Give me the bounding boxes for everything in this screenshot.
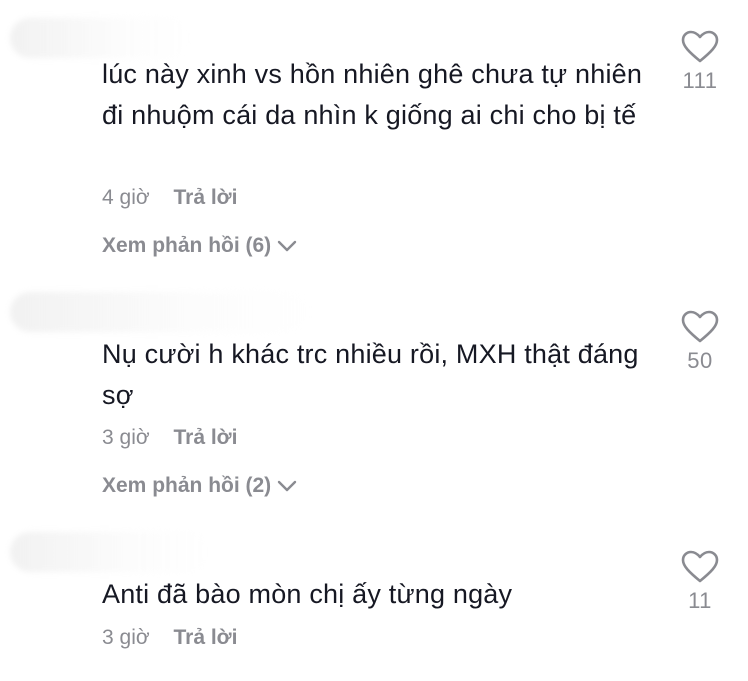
- heart-outline-icon: [681, 310, 719, 343]
- comment-meta: 4 giờ Trả lời: [102, 186, 237, 210]
- like-count: 50: [687, 348, 713, 373]
- redacted-username: [10, 532, 210, 572]
- like-count: 11: [688, 588, 712, 613]
- comment-meta: 3 giờ Trả lời: [102, 626, 237, 650]
- view-replies-button[interactable]: Xem phản hồi (2): [102, 474, 297, 498]
- comment-text: Nụ cười h khác trc nhiều rồi, MXH thật đ…: [102, 339, 639, 410]
- comment-time: 3 giờ: [102, 626, 150, 649]
- like-count: 111: [682, 68, 718, 93]
- like-button[interactable]: 50: [674, 310, 726, 374]
- comment-time: 3 giờ: [102, 426, 150, 449]
- view-replies-label: Xem phản hồi (6): [102, 234, 272, 257]
- heart-outline-icon: [681, 550, 719, 583]
- view-replies-button[interactable]: Xem phản hồi (6): [102, 234, 297, 258]
- reply-button[interactable]: Trả lời: [173, 426, 237, 449]
- comment-text: lúc này xinh vs hồn nhiên ghê chưa tự nh…: [102, 59, 643, 130]
- chevron-down-icon: [277, 240, 297, 252]
- chevron-down-icon: [277, 480, 297, 492]
- comment-text: Anti đã bào mòn chị ấy từng ngày: [102, 579, 513, 609]
- like-button[interactable]: 111: [674, 30, 726, 94]
- view-replies-label: Xem phản hồi (2): [102, 474, 272, 497]
- comment-time: 4 giờ: [102, 186, 150, 209]
- redacted-username: [10, 292, 310, 332]
- comment-meta: 3 giờ Trả lời: [102, 426, 237, 450]
- heart-outline-icon: [681, 30, 719, 63]
- redacted-username: [10, 18, 190, 58]
- comments-page: lúc này xinh vs hồn nhiên ghê chưa tự nh…: [0, 0, 748, 681]
- reply-button[interactable]: Trả lời: [173, 186, 237, 209]
- reply-button[interactable]: Trả lời: [173, 626, 237, 649]
- like-button[interactable]: 11: [674, 550, 726, 614]
